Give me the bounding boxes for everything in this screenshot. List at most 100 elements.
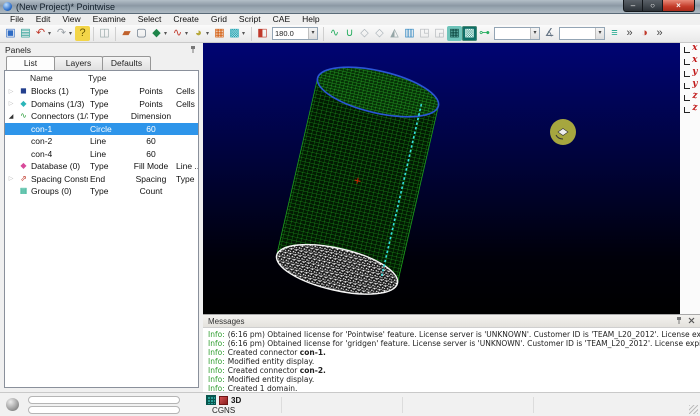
- toolbar-separator: [251, 27, 252, 41]
- angle-combo[interactable]: 180.0▾: [272, 27, 318, 40]
- assemble-domain-icon[interactable]: ◇: [357, 26, 372, 41]
- create-connector-icon[interactable]: ∿: [170, 26, 185, 41]
- wire-cube-icon[interactable]: ▢: [134, 26, 149, 41]
- tree-row-database[interactable]: ◆Database (0)TypeFill ModeLine ...: [5, 160, 198, 173]
- arc-curve-icon[interactable]: ∪: [342, 26, 357, 41]
- resize-grip[interactable]: [689, 405, 698, 414]
- tree-col-type: End: [88, 174, 128, 184]
- tab-layers[interactable]: Layers: [54, 56, 103, 70]
- toolbar-separator: [323, 27, 324, 41]
- tree-col-type: Type: [88, 186, 128, 196]
- chevron-down-icon[interactable]: ▾: [242, 30, 248, 37]
- angle-measure-icon[interactable]: ∡: [542, 26, 557, 41]
- menu-examine[interactable]: Examine: [87, 14, 132, 25]
- message-level: Info:: [208, 348, 225, 357]
- menu-cae[interactable]: CAE: [267, 14, 296, 25]
- menu-grid[interactable]: Grid: [205, 14, 233, 25]
- tab-defaults[interactable]: Defaults: [102, 56, 151, 70]
- window-title: (New Project)* Pointwise: [16, 2, 115, 12]
- pin-icon[interactable]: [676, 316, 684, 326]
- menu-view[interactable]: View: [56, 14, 86, 25]
- title-bar[interactable]: (New Project)* Pointwise –○×: [0, 0, 700, 14]
- minimize-button[interactable]: –: [623, 0, 643, 12]
- close-button[interactable]: ×: [663, 0, 695, 12]
- layers-stack-icon[interactable]: ≡: [607, 26, 622, 41]
- view-minus-z-button[interactable]: z: [682, 105, 699, 116]
- view-glasses-icon[interactable]: ◫: [97, 26, 112, 41]
- pin-icon[interactable]: [190, 45, 198, 55]
- save-icon[interactable]: ▣: [3, 26, 18, 41]
- create-domain-icon[interactable]: ◆: [149, 26, 164, 41]
- tree-label: Database (0): [30, 161, 88, 171]
- tree-col-value: Fill Mode: [128, 161, 174, 171]
- expand-arrow-icon[interactable]: ▷: [5, 175, 17, 182]
- message-line: Info:Created connector con-2.: [208, 366, 700, 375]
- status-separator: [533, 397, 534, 413]
- main-area: Panels ListLayersDefaults Name Type ▷◼Bl…: [0, 43, 700, 392]
- undo-icon[interactable]: ↶: [33, 26, 48, 41]
- assemble-domain2-icon[interactable]: ◇: [372, 26, 387, 41]
- menu-help[interactable]: Help: [296, 14, 325, 25]
- menu-file[interactable]: File: [4, 14, 30, 25]
- tree-row-con-4[interactable]: con-4Line60: [5, 148, 198, 161]
- tree-row-domains-icon: ◆: [17, 98, 30, 110]
- expand-arrow-icon[interactable]: ◢: [5, 113, 17, 120]
- create-circle-icon[interactable]: ◕: [191, 26, 206, 41]
- entity-mask-icon[interactable]: ◑: [637, 26, 652, 41]
- menu-script[interactable]: Script: [233, 14, 267, 25]
- expand-arrow-icon[interactable]: ▷: [5, 88, 17, 95]
- toolbar-overflow2-icon[interactable]: »: [652, 26, 667, 41]
- toolbar-overflow-icon[interactable]: »: [622, 26, 637, 41]
- close-icon[interactable]: [688, 317, 695, 326]
- tree-col-extra: Line ...: [174, 161, 198, 171]
- message-line: Info:(6:16 pm) Obtained license for 'Poi…: [208, 330, 700, 339]
- tree-row-domains[interactable]: ▷◆Domains (1/3)TypePointsCells: [5, 98, 198, 111]
- tree-row-con-2[interactable]: con-2Line60: [5, 135, 198, 148]
- spacing-combo[interactable]: ▾: [559, 27, 605, 40]
- open-file-icon[interactable]: ▤: [18, 26, 33, 41]
- menu-select[interactable]: Select: [132, 14, 168, 25]
- messages-title: Messages: [208, 317, 244, 326]
- status-field-1[interactable]: [28, 396, 180, 404]
- paint-style-icon[interactable]: ▰: [119, 26, 134, 41]
- mask-icon[interactable]: ▩: [227, 26, 242, 41]
- cube-icon: [219, 396, 228, 405]
- image-colors-icon[interactable]: ▦: [212, 26, 227, 41]
- orient-hand-icon[interactable]: ◳: [417, 26, 432, 41]
- tree-row-con-1[interactable]: con-1Circle60: [5, 123, 198, 136]
- help-icon[interactable]: ?: [75, 26, 90, 41]
- expand-arrow-icon[interactable]: ▷: [5, 100, 17, 107]
- solve-grid-icon[interactable]: ▩: [462, 26, 477, 41]
- wedge-icon[interactable]: ◭: [387, 26, 402, 41]
- structured-grid-icon[interactable]: ▦: [447, 26, 462, 41]
- display-angle-icon[interactable]: ◧: [255, 26, 270, 41]
- 3d-view[interactable]: [203, 43, 680, 314]
- tree-rows: ▷◼Blocks (1)TypePointsCells▷◆Domains (1/…: [5, 85, 198, 198]
- tree-row-connectors[interactable]: ◢∿Connectors (1/3)TypeDimension: [5, 110, 198, 123]
- tree-row-spacing-constraints[interactable]: ▷⇗Spacing Constrai...EndSpacingType: [5, 173, 198, 186]
- tree-row-blocks-icon: ◼: [17, 85, 30, 97]
- panel-tabs: ListLayersDefaults: [0, 56, 203, 70]
- maximize-button[interactable]: ○: [643, 0, 663, 12]
- chevron-down-icon[interactable]: ▾: [530, 28, 539, 39]
- status-field-2[interactable]: [28, 406, 180, 414]
- chevron-down-icon[interactable]: ▾: [308, 28, 317, 39]
- block-icon[interactable]: ▥: [402, 26, 417, 41]
- axis-icon: [684, 71, 690, 77]
- tree-row-blocks[interactable]: ▷◼Blocks (1)TypePointsCells: [5, 85, 198, 98]
- spline-curve-icon[interactable]: ∿: [327, 26, 342, 41]
- orient-hand2-icon[interactable]: ◲: [432, 26, 447, 41]
- message-level: Info:: [208, 366, 225, 375]
- menu-create[interactable]: Create: [167, 14, 205, 25]
- tree-col-value: 60: [128, 124, 174, 134]
- connector-link-icon[interactable]: ⊶: [477, 26, 492, 41]
- toolbar: ▣▤↶▾↷▾?◫▰▢◆▾∿▾◕▾▦▩▾◧180.0▾∿∪◇◇◭▥◳◲▦▩⊶▾∡▾…: [0, 25, 700, 43]
- redo-icon[interactable]: ↷: [54, 26, 69, 41]
- tree-col-type: Type: [88, 99, 128, 109]
- menu-edit[interactable]: Edit: [30, 14, 57, 25]
- dimension-combo[interactable]: ▾: [494, 27, 540, 40]
- tree-col-type: Line: [88, 149, 128, 159]
- tree-row-groups[interactable]: ▦Groups (0)TypeCount: [5, 185, 198, 198]
- tab-list[interactable]: List: [6, 56, 55, 70]
- chevron-down-icon[interactable]: ▾: [595, 28, 604, 39]
